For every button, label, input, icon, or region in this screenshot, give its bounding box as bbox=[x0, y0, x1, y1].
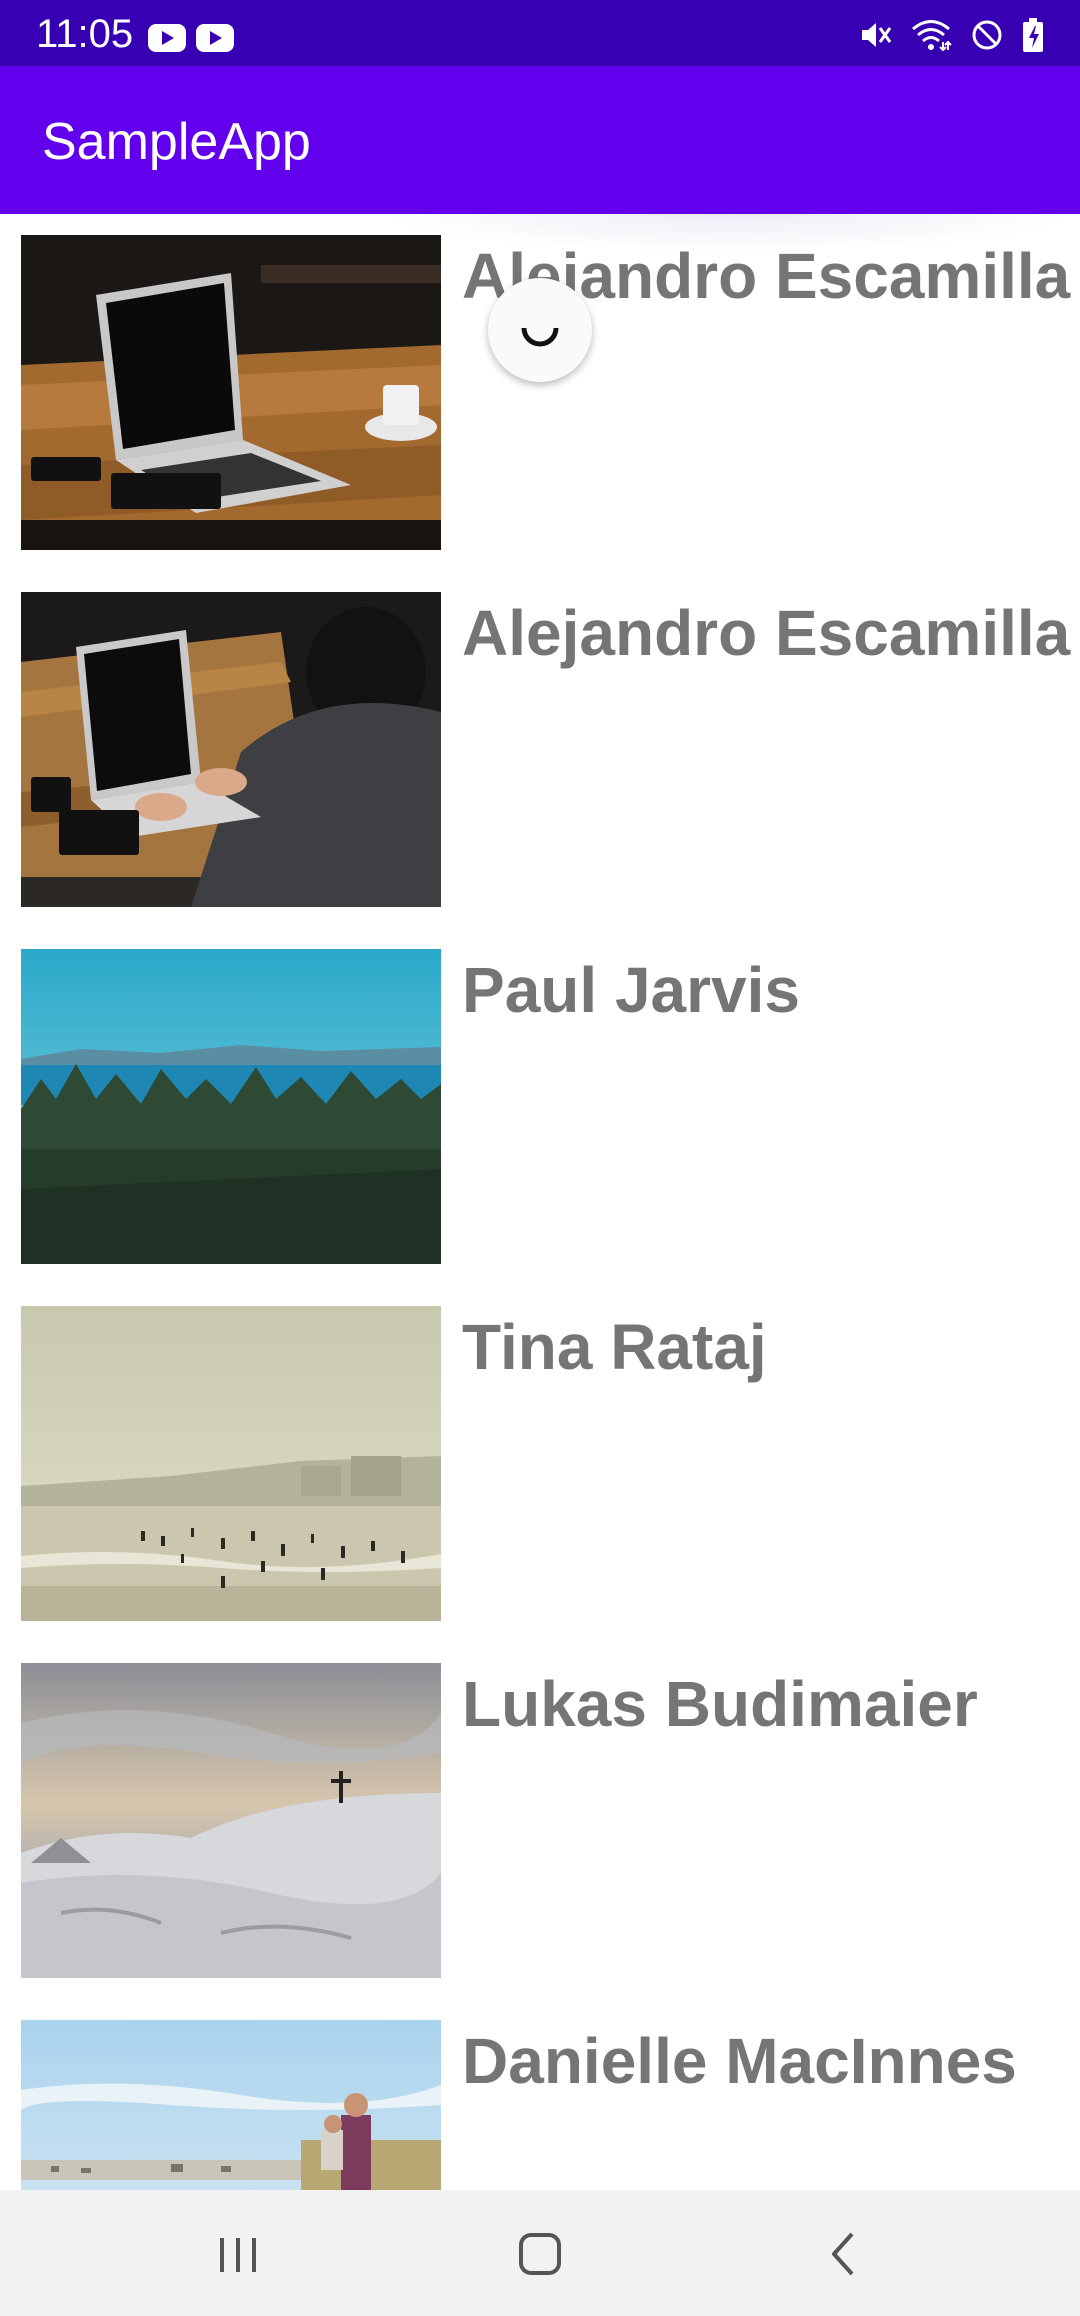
status-time: 11:05 bbox=[36, 12, 134, 56]
youtube-icon bbox=[148, 24, 186, 52]
back-button[interactable] bbox=[812, 2222, 876, 2286]
battery-charging-icon bbox=[1022, 18, 1044, 52]
loading-spinner-icon bbox=[521, 327, 559, 347]
list-item[interactable]: Lukas Budimaier bbox=[0, 1642, 1080, 1999]
refresh-indicator bbox=[488, 278, 592, 382]
photo-thumbnail bbox=[21, 592, 441, 907]
home-button[interactable] bbox=[508, 2222, 572, 2286]
author-name: Lukas Budimaier bbox=[462, 1668, 978, 1740]
do-not-disturb-icon bbox=[970, 18, 1004, 52]
app-title: SampleApp bbox=[42, 113, 311, 171]
photo-thumbnail bbox=[21, 2020, 441, 2190]
status-right-icons bbox=[858, 18, 1044, 52]
status-bar: 11:05 bbox=[0, 0, 1080, 66]
author-name: Danielle MacInnes bbox=[462, 2025, 1017, 2097]
list-item[interactable]: Alejandro Escamilla bbox=[0, 214, 1080, 571]
list-item[interactable]: Alejandro Escamilla bbox=[0, 571, 1080, 928]
navigation-bar bbox=[0, 2190, 1080, 2316]
status-left-icons bbox=[148, 24, 234, 52]
photo-list[interactable]: Alejandro Escamilla Alejandro Escamilla bbox=[0, 214, 1080, 2190]
wifi-icon bbox=[910, 18, 952, 52]
list-item[interactable]: Tina Rataj bbox=[0, 1285, 1080, 1642]
recent-apps-icon bbox=[220, 2238, 256, 2272]
list-item[interactable]: Danielle MacInnes bbox=[0, 1999, 1080, 2190]
photo-thumbnail bbox=[21, 1306, 441, 1621]
home-icon bbox=[519, 2233, 561, 2275]
author-name: Paul Jarvis bbox=[462, 954, 800, 1026]
author-name: Tina Rataj bbox=[462, 1311, 767, 1383]
mute-icon bbox=[858, 18, 892, 52]
recent-apps-button[interactable] bbox=[206, 2222, 270, 2286]
photo-thumbnail bbox=[21, 235, 441, 550]
youtube-icon bbox=[196, 24, 234, 52]
back-icon bbox=[832, 2232, 854, 2276]
author-name: Alejandro Escamilla bbox=[462, 597, 1071, 669]
app-bar: SampleApp bbox=[0, 66, 1080, 214]
photo-thumbnail bbox=[21, 1663, 441, 1978]
photo-thumbnail bbox=[21, 949, 441, 1264]
list-item[interactable]: Paul Jarvis bbox=[0, 928, 1080, 1285]
